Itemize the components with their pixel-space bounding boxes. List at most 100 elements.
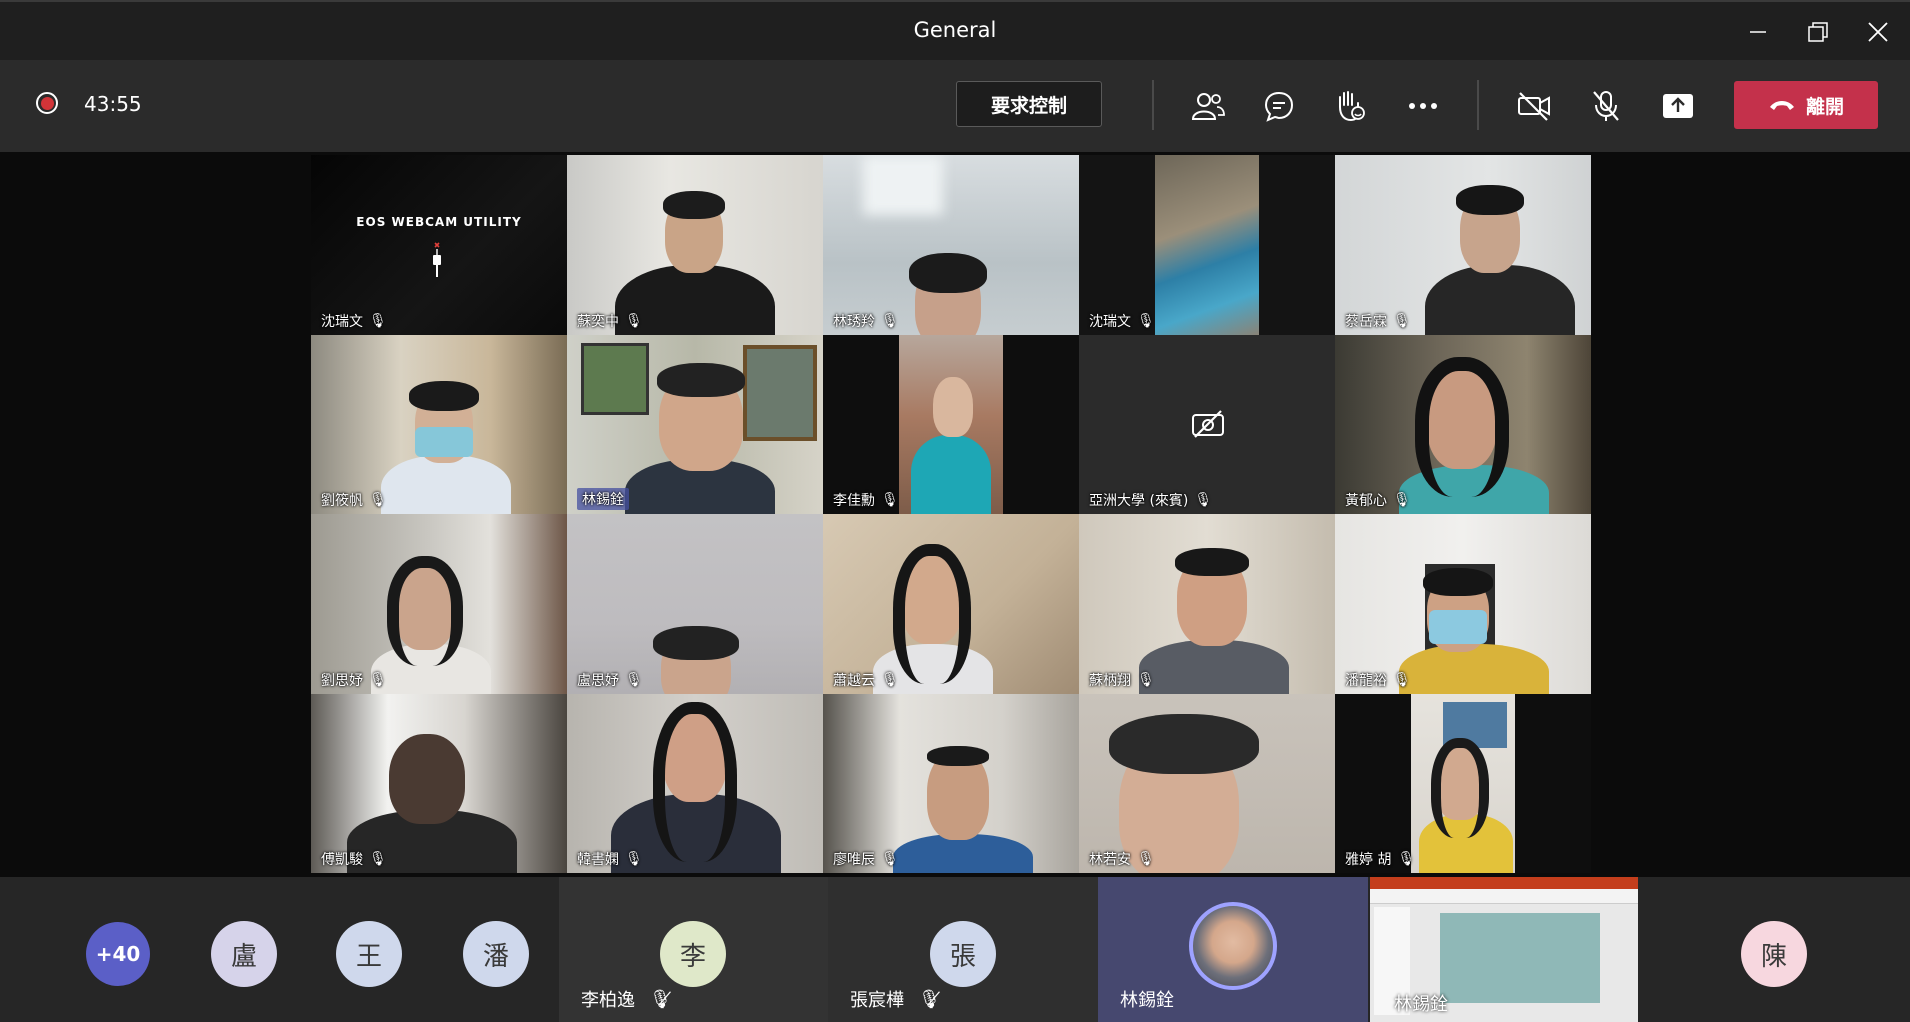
mic-icon: 🎙︎ — [369, 312, 387, 329]
participant-card[interactable]: 林錫銓 — [1098, 877, 1368, 1022]
video-tile[interactable]: 黃郁心 🎙︎ — [1335, 334, 1591, 514]
participant-video — [909, 253, 987, 293]
leave-button[interactable]: 離開 — [1734, 81, 1878, 129]
video-tile[interactable]: 傅凱駿 🎙︎ — [311, 693, 567, 873]
toolbar-divider — [1152, 80, 1154, 130]
wall-painting — [743, 344, 817, 441]
avatar[interactable]: 陳 — [1741, 921, 1807, 987]
more-options-button[interactable] — [1401, 84, 1445, 128]
participant-name: 劉筱帆 🎙︎ — [321, 492, 387, 509]
video-tile[interactable]: 蘇柄翔 🎙︎ — [1079, 514, 1335, 694]
blurred-background — [863, 155, 943, 215]
title-bar: General — [0, 0, 1910, 60]
participant-video — [1429, 610, 1487, 644]
share-icon — [1663, 94, 1693, 118]
video-tile[interactable]: 蘇奕中 🎙︎ — [567, 155, 823, 335]
phone-hangup-icon — [1769, 101, 1794, 110]
mic-icon: 🎙︎ — [1137, 671, 1155, 688]
video-tile[interactable]: 盧思妤 🎙︎ — [567, 514, 823, 694]
avatar-initial: 張 — [949, 941, 976, 972]
participant-name: 黃郁心 🎙︎ — [1345, 492, 1411, 509]
participant-name: 李佳勳 🎙︎ — [833, 492, 899, 509]
close-button[interactable] — [1858, 14, 1898, 50]
participant-video — [1175, 548, 1249, 576]
video-tile[interactable]: 蔡岳霖 🎙︎ — [1335, 155, 1591, 335]
participant-card[interactable]: 李 李柏逸 🎙︎̸ — [559, 877, 828, 1022]
mic-icon: 🎙︎ — [1393, 492, 1411, 508]
video-tile[interactable]: 林若安 🎙︎ — [1079, 693, 1335, 873]
participant-video — [657, 362, 745, 397]
participant-name: 李柏逸 🎙︎̸ — [581, 988, 672, 1012]
participant-video — [653, 701, 737, 862]
video-tile[interactable]: 劉筱帆 🎙︎ — [311, 334, 567, 514]
video-off-icon — [1192, 409, 1224, 438]
video-tile[interactable]: 韓書嫻 🎙︎ — [567, 693, 823, 873]
video-tile[interactable]: 蕭越云 🎙︎ — [823, 514, 1079, 694]
video-tile[interactable]: EOS WEBCAM UTILITY 沈瑞文 🎙︎ — [311, 155, 567, 335]
participant-video — [927, 745, 989, 766]
minimize-button[interactable] — [1738, 14, 1778, 50]
participant-name: 林錫銓 — [577, 488, 629, 510]
mic-icon: 🎙︎ — [625, 671, 643, 688]
video-tile[interactable]: 亞洲大學 (來賓) 🎙︎ — [1079, 334, 1335, 514]
minimize-icon — [1750, 31, 1766, 33]
participant-video — [911, 434, 991, 514]
mic-icon: 🎙︎ — [1397, 851, 1416, 867]
avatar[interactable]: 王 — [336, 921, 402, 987]
video-grid: EOS WEBCAM UTILITY 沈瑞文 🎙︎ 蘇奕中 🎙︎ 林琇羚 🎙︎ 沈瑞文… — [311, 155, 1591, 873]
participant-video — [933, 376, 973, 437]
share-button[interactable] — [1656, 84, 1700, 128]
meeting-toolbar: 43:55 要求控制 離開 — [0, 60, 1910, 152]
mic-icon: 🎙︎ — [625, 851, 643, 867]
chat-icon — [1264, 91, 1294, 122]
video-tile[interactable]: 潘龍裕 🎙︎ — [1335, 514, 1591, 694]
shared-screen-card[interactable]: 林錫銓 — [1370, 877, 1638, 1022]
raise-hand-icon — [1339, 91, 1365, 122]
video-tile[interactable]: 劉思妤 🎙︎ — [311, 514, 567, 694]
avatar[interactable]: 盧 — [211, 921, 277, 987]
video-tile[interactable]: 廖唯辰 🎙︎ — [823, 693, 1079, 873]
mic-toggle-button[interactable] — [1584, 84, 1628, 128]
overflow-count: +40 — [95, 942, 141, 966]
mic-off-icon: 🎙︎̸ — [918, 988, 941, 1010]
chat-button[interactable] — [1257, 84, 1301, 128]
participant-name: 盧思妤 🎙︎ — [577, 671, 643, 689]
mic-icon: 🎙︎ — [881, 851, 899, 867]
overflow-participants-button[interactable]: +40 — [86, 922, 150, 986]
mic-icon: 🎙︎ — [1194, 492, 1213, 508]
active-speaker-avatar — [1189, 902, 1277, 990]
participant-name: 林若安 🎙︎ — [1089, 851, 1155, 868]
participant-video — [663, 191, 725, 219]
participant-name: 林錫銓 — [1394, 994, 1448, 1015]
video-tile[interactable]: 林琇羚 🎙︎ — [823, 155, 1079, 335]
participant-name: 蘇奕中 🎙︎ — [577, 312, 643, 330]
video-tile[interactable]: 沈瑞文 🎙︎ — [1079, 155, 1335, 335]
restore-button[interactable] — [1798, 14, 1838, 50]
participant-name: 韓書嫻 🎙︎ — [577, 851, 643, 868]
participant-name: 蕭越云 🎙︎ — [833, 671, 899, 689]
participant-card[interactable]: 張 張宸樺 🎙︎̸ — [828, 877, 1098, 1022]
mic-off-icon: 🎙︎̸ — [649, 988, 672, 1010]
request-control-button[interactable]: 要求控制 — [956, 81, 1102, 127]
participant-name: 蔡岳霖 🎙︎ — [1345, 312, 1411, 330]
video-tile[interactable]: 雅婷 胡 🎙︎ — [1335, 693, 1591, 873]
ppt-slide — [1440, 913, 1600, 1003]
video-tile[interactable]: 林錫銓 — [567, 334, 823, 514]
raise-hand-button[interactable] — [1328, 84, 1372, 128]
participant-name: 廖唯辰 🎙︎ — [833, 851, 899, 868]
participant-name: 劉思妤 🎙︎ — [321, 671, 387, 689]
mic-icon: 🎙︎ — [369, 492, 387, 508]
video-tile[interactable]: 李佳勳 🎙︎ — [823, 334, 1079, 514]
wall-painting — [581, 342, 649, 415]
avatar-initial: 陳 — [1760, 941, 1787, 972]
participant-name: 潘龍裕 🎙︎ — [1345, 671, 1411, 689]
avatar[interactable]: 潘 — [463, 921, 529, 987]
camera-off-icon — [1518, 92, 1550, 121]
camera-toggle-button[interactable] — [1512, 84, 1556, 128]
avatar: 李 — [660, 921, 726, 987]
meeting-timer: 43:55 — [84, 92, 142, 116]
avatar-initial: 王 — [355, 941, 382, 972]
mic-icon: 🎙︎ — [369, 671, 387, 688]
participants-button[interactable] — [1186, 84, 1230, 128]
participant-video — [389, 733, 465, 824]
